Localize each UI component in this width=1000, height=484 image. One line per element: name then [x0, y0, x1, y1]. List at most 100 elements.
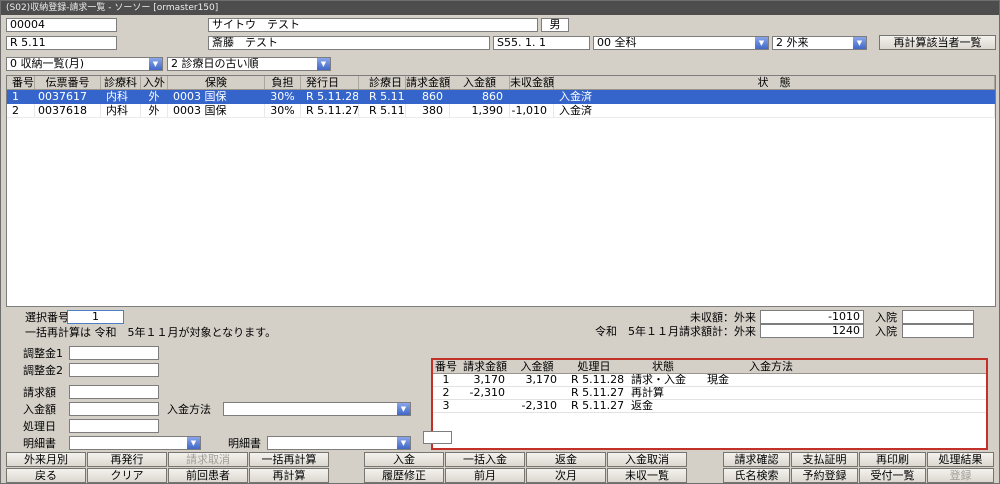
- cell: R 5.11.28: [301, 90, 359, 103]
- name-search-button[interactable]: 氏名検索: [723, 468, 790, 483]
- billing-confirm-button[interactable]: 請求確認: [723, 452, 790, 467]
- unpaid-list-button[interactable]: 未収一覧: [607, 468, 687, 483]
- column-header: 処理日: [563, 360, 625, 373]
- reprint-button[interactable]: 再印刷: [859, 452, 926, 467]
- small-blank-field[interactable]: [423, 431, 452, 444]
- next-month-button[interactable]: 次月: [526, 468, 606, 483]
- chevron-down-icon[interactable]: ▼: [755, 37, 768, 49]
- statement-select-value: [70, 437, 187, 449]
- statement-select-2[interactable]: ▼: [267, 436, 411, 450]
- cell: R 5.11.27: [301, 104, 359, 117]
- cell: 860: [406, 90, 450, 103]
- cell: 入金済: [554, 90, 995, 103]
- column-header: 状 態: [554, 76, 995, 89]
- billed-amount-field[interactable]: [69, 385, 159, 399]
- list-item[interactable]: 2 -2,310 R 5.11.27 再計算: [433, 387, 986, 400]
- department-select[interactable]: 00 全科 ▼: [593, 36, 769, 50]
- adjust2-label: 調整金2: [23, 364, 63, 378]
- billing-month-field[interactable]: R 5.11: [6, 36, 117, 50]
- billing-cancel-button[interactable]: 請求取消: [168, 452, 248, 467]
- prev-month-button[interactable]: 前月: [445, 468, 525, 483]
- clear-button[interactable]: クリア: [87, 468, 167, 483]
- column-header: 入金額: [511, 360, 563, 373]
- payment-method-select[interactable]: ▼: [223, 402, 411, 416]
- payment-history-body: 1 3,170 3,170 R 5.11.28 請求・入金 現金 2 -2,31…: [433, 374, 986, 413]
- cell: 0003 国保: [168, 90, 265, 103]
- column-header: 発行日: [301, 76, 359, 89]
- payment-certificate-button[interactable]: 支払証明: [791, 452, 858, 467]
- cell: 内科: [101, 104, 141, 117]
- patient-sex-field: 男: [541, 18, 569, 32]
- payment-method-select-value: [224, 403, 397, 415]
- column-header: 状態: [625, 360, 701, 373]
- cell: [841, 400, 986, 412]
- table-row-selected[interactable]: 1 0037617 内科 外 0003 国保 30% R 5.11.28 R 5…: [7, 90, 995, 104]
- process-date-field[interactable]: [69, 419, 159, 433]
- patient-id-field[interactable]: 00004: [6, 18, 117, 32]
- deposit-button[interactable]: 入金: [364, 452, 444, 467]
- table-row[interactable]: 2 0037618 内科 外 0003 国保 30% R 5.11.27 R 5…: [7, 104, 995, 118]
- chevron-down-icon[interactable]: ▼: [397, 403, 410, 415]
- recalc-button[interactable]: 再計算: [249, 468, 329, 483]
- cell: 1: [7, 90, 35, 103]
- sort-order-select[interactable]: 2 診療日の古い順 ▼: [167, 57, 331, 71]
- process-result-button[interactable]: 処理結果: [927, 452, 994, 467]
- chevron-down-icon[interactable]: ▼: [187, 437, 200, 449]
- reception-list-button[interactable]: 受付一覧: [859, 468, 926, 483]
- reissue-button[interactable]: 再発行: [87, 452, 167, 467]
- statement-select-2-value: [268, 437, 397, 449]
- selection-number-field[interactable]: 1: [67, 310, 124, 324]
- deposit-cancel-button[interactable]: 入金取消: [607, 452, 687, 467]
- billing-table-header: 番号 伝票番号 診療科 入外 保険 負担 発行日 診療日 請求金額 入金額 未収…: [7, 76, 995, 90]
- column-header: 番号: [433, 360, 459, 373]
- adjust2-field[interactable]: [69, 363, 159, 377]
- birthdate-field: S55. 1. 1: [493, 36, 590, 50]
- refund-button[interactable]: 返金: [526, 452, 606, 467]
- register-button[interactable]: 登録: [927, 468, 994, 483]
- previous-patient-button[interactable]: 前回患者: [168, 468, 248, 483]
- cell: 2: [7, 104, 35, 117]
- outpatient-monthly-button[interactable]: 外来月別: [6, 452, 86, 467]
- window-title: (S02)収納登録-請求一覧 - ソーソー [ormaster150]: [6, 3, 218, 13]
- list-item[interactable]: 3 -2,310 R 5.11.27 返金: [433, 400, 986, 413]
- chevron-down-icon[interactable]: ▼: [397, 437, 410, 449]
- cell: -1,010: [510, 104, 554, 117]
- patient-kana-field[interactable]: サイトウ テスト: [208, 18, 538, 32]
- unpaid-outpatient-field: -1010: [760, 310, 864, 324]
- cell: -2,310: [511, 400, 563, 412]
- column-header: 請求金額: [406, 76, 450, 89]
- deposit-amount-field[interactable]: [69, 402, 159, 416]
- history-edit-button[interactable]: 履歴修正: [364, 468, 444, 483]
- cell: R 5.11.27: [563, 400, 625, 412]
- patient-name-field[interactable]: 斎藤 テスト: [208, 36, 490, 50]
- chevron-down-icon[interactable]: ▼: [317, 58, 330, 70]
- adjust1-field[interactable]: [69, 346, 159, 360]
- cell: 3,170: [459, 374, 511, 386]
- cell: 外: [141, 104, 168, 117]
- selection-number-label: 選択番号: [25, 311, 69, 325]
- statement-label-2: 明細書: [228, 437, 261, 451]
- column-header: 入金方法: [701, 360, 841, 373]
- back-button[interactable]: 戻る: [6, 468, 86, 483]
- statement-select[interactable]: ▼: [69, 436, 201, 450]
- cell: R 5.11.28: [563, 374, 625, 386]
- list-mode-select[interactable]: 0 収納一覧(月) ▼: [6, 57, 163, 71]
- inpatient-label: 入院: [875, 325, 897, 339]
- visit-type-select[interactable]: 2 外来 ▼: [772, 36, 867, 50]
- batch-deposit-button[interactable]: 一括入金: [445, 452, 525, 467]
- recalc-target-list-button[interactable]: 再計算該当者一覧: [879, 35, 996, 50]
- column-header: 未収金額: [510, 76, 554, 89]
- inpatient-label: 入院: [875, 311, 897, 325]
- payment-history-panel: 番号 請求金額 入金額 処理日 状態 入金方法 1 3,170 3,170 R …: [431, 358, 988, 450]
- cell: [510, 90, 554, 103]
- chevron-down-icon[interactable]: ▼: [853, 37, 866, 49]
- chevron-down-icon[interactable]: ▼: [149, 58, 162, 70]
- batch-recalc-note: 一括再計算は 令和 5年１１月が対象となります。: [25, 326, 276, 340]
- cell: [459, 400, 511, 412]
- list-item[interactable]: 1 3,170 3,170 R 5.11.28 請求・入金 現金: [433, 374, 986, 387]
- reservation-register-button[interactable]: 予約登録: [791, 468, 858, 483]
- batch-recalc-button[interactable]: 一括再計算: [249, 452, 329, 467]
- cell: 0037617: [35, 90, 101, 103]
- cell: 入金済: [554, 104, 995, 117]
- unpaid-inpatient-field: [902, 310, 974, 324]
